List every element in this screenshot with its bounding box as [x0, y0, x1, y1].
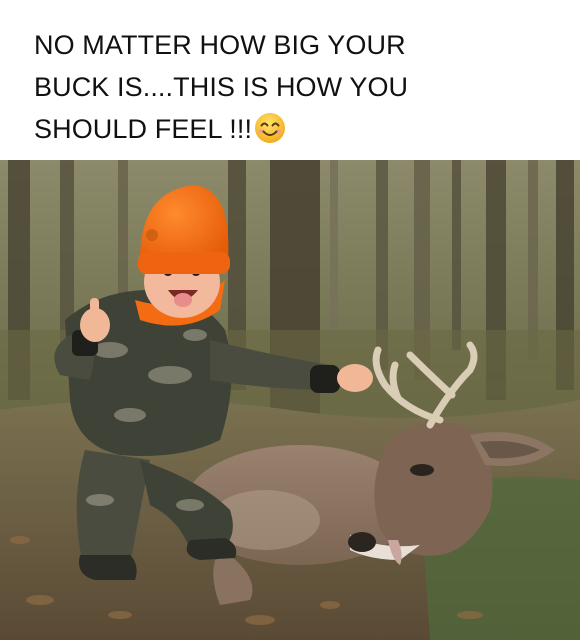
child-boot [79, 555, 137, 580]
meme-post: NO MATTER HOW BIG YOUR BUCK IS....THIS I… [0, 0, 580, 640]
child-hand-right [337, 364, 373, 392]
hunting-photo [0, 160, 580, 640]
deer-eye [410, 464, 434, 476]
photo-illustration [0, 160, 580, 640]
caption-line-3: SHOULD FEEL !!! [34, 108, 554, 156]
smiling-face-emoji-icon [254, 112, 286, 156]
meme-caption: NO MATTER HOW BIG YOUR BUCK IS....THIS I… [34, 24, 554, 156]
caption-line-2: BUCK IS....THIS IS HOW YOU [34, 72, 409, 102]
caption-line-3-text: SHOULD FEEL !!! [34, 114, 253, 144]
deer-nose [348, 532, 376, 552]
caption-line-1: NO MATTER HOW BIG YOUR [34, 30, 406, 60]
